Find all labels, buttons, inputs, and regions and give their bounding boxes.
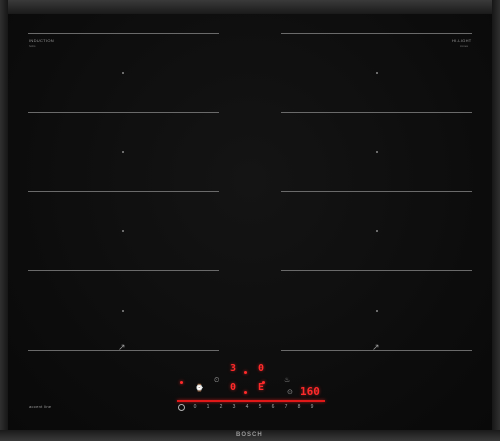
zone-left-1-center[interactable]: [122, 72, 124, 74]
scale-number[interactable]: 7: [281, 405, 291, 410]
move-icon: ↗: [372, 342, 380, 352]
zone-right-1-center[interactable]: [376, 72, 378, 74]
zone-right-top-line: [281, 33, 472, 34]
scale-number[interactable]: 6: [268, 405, 278, 410]
zone-right-3-center[interactable]: [376, 230, 378, 232]
top-left-label: INDUCTION: [29, 38, 54, 43]
cooktop: INDUCTION hobs HI-LIGHT zones ↗ ↗ 3 0 0 …: [0, 0, 500, 441]
top-right-sublabel: zones: [460, 44, 469, 48]
zone-left-line-2: [28, 191, 219, 192]
zone-display-upper-left[interactable]: 3: [230, 364, 236, 374]
scale-number[interactable]: 9: [307, 405, 317, 410]
zone-display-lower-right[interactable]: E: [258, 383, 264, 393]
scale-number[interactable]: 3: [229, 405, 239, 410]
clock-icon[interactable]: ⌚: [195, 385, 204, 392]
zone-left-4-center[interactable]: [122, 310, 124, 312]
top-left-sublabel: hobs: [29, 44, 36, 48]
zone-right-line-3: [281, 270, 472, 271]
zone-right-line-2: [281, 191, 472, 192]
scale-number[interactable]: 8: [294, 405, 304, 410]
scale-number[interactable]: 5: [255, 405, 265, 410]
frame-top: [0, 0, 500, 14]
move-icon: ↗: [118, 342, 126, 352]
frame-left: [0, 0, 8, 441]
zone-right-line-1: [281, 112, 472, 113]
zone-indicator-dot: [244, 391, 247, 394]
zone-indicator-dot: [244, 371, 247, 374]
zone-display-lower-left[interactable]: 0: [230, 383, 236, 393]
zone-left-top-line: [28, 33, 219, 34]
series-label: accent line: [29, 404, 52, 409]
zone-right-2-center[interactable]: [376, 151, 378, 153]
scale-number[interactable]: 4: [242, 405, 252, 410]
zone-left-2-center[interactable]: [122, 151, 124, 153]
power-slider-bar[interactable]: [177, 400, 325, 402]
top-right-label: HI-LIGHT: [452, 38, 472, 43]
brand-logo: BOSCH: [236, 432, 263, 438]
scale-number[interactable]: 2: [216, 405, 226, 410]
timer-icon[interactable]: ⏲: [214, 377, 219, 384]
temperature-display: 160: [300, 385, 320, 398]
power-icon[interactable]: [178, 404, 185, 411]
zone-indicator-dot: [180, 381, 183, 384]
frame-right: [492, 0, 500, 441]
zone-right-4-center[interactable]: [376, 310, 378, 312]
zone-left-line-3: [28, 270, 219, 271]
zone-indicator-dot: [262, 381, 265, 384]
glass-surface: [8, 14, 492, 430]
zone-left-line-1: [28, 112, 219, 113]
scale-number[interactable]: 0: [190, 405, 200, 410]
zone-display-upper-right[interactable]: 0: [258, 364, 264, 374]
scale-number[interactable]: 1: [203, 405, 213, 410]
zone-left-3-center[interactable]: [122, 230, 124, 232]
frying-sensor-icon[interactable]: ♨: [284, 377, 290, 384]
lock-icon[interactable]: ⊙: [287, 389, 293, 396]
